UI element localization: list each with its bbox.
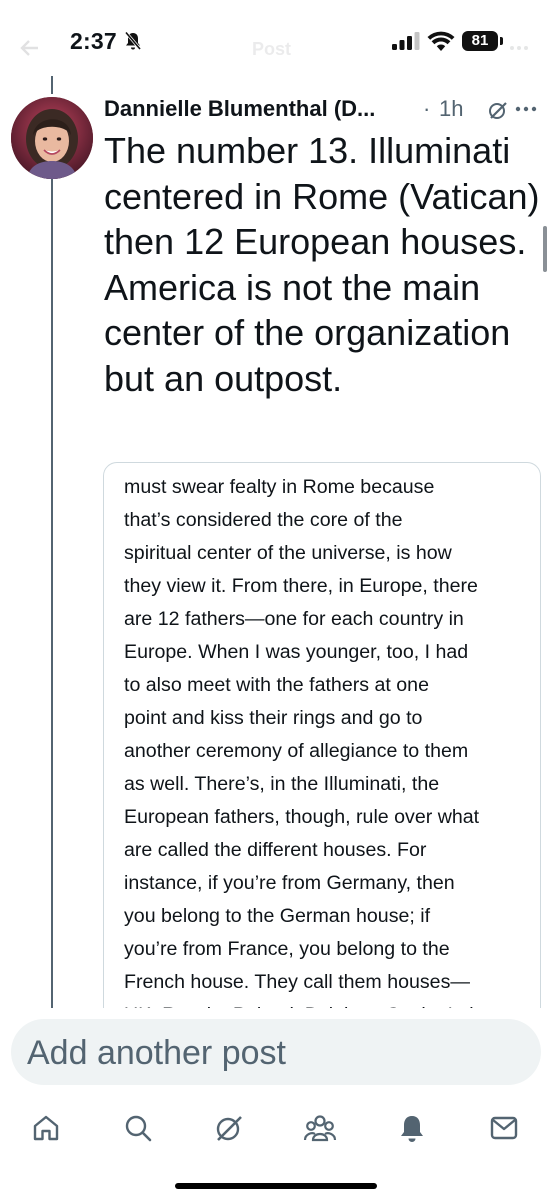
thread-line-top	[51, 76, 53, 94]
quote-line: to also meet with the fathers at one	[124, 674, 429, 696]
header-title: Post	[252, 39, 292, 59]
nav-home[interactable]	[26, 1108, 66, 1148]
quote-line: are called the different houses. For	[124, 839, 427, 861]
grok-icon	[216, 1116, 242, 1141]
notifications-icon	[401, 1116, 423, 1142]
nav-grok[interactable]	[209, 1108, 249, 1148]
post-timestamp[interactable]: 1h	[439, 96, 463, 122]
battery-cap	[500, 37, 503, 45]
quoted-text-card[interactable]: must swear fealty in Rome because that’s…	[103, 462, 541, 1022]
nav-search[interactable]	[118, 1108, 158, 1148]
quote-line: they view it. From there, in Europe, the…	[124, 575, 478, 597]
author-name[interactable]: Dannielle Blumenthal (D...	[104, 96, 375, 122]
add-post-input[interactable]	[27, 1033, 507, 1073]
quote-line: that’s considered the core of the	[124, 509, 403, 531]
quote-line: you belong to the German house; if	[124, 905, 431, 927]
grok-icon[interactable]	[487, 99, 509, 121]
cellular-signal-icon	[392, 32, 420, 50]
quote-line: are 12 fathers—one for each country in	[124, 608, 464, 630]
status-bar: 2:37 Post 81	[0, 0, 553, 84]
back-arrow-icon[interactable]	[20, 38, 40, 58]
quote-line: French house. They call them houses—	[124, 971, 470, 993]
home-icon	[33, 1115, 59, 1141]
quote-line: instance, if you’re from Germany, then	[124, 872, 455, 894]
meta-separator: ·	[423, 96, 431, 121]
quote-line: Europe. When I was younger, too, I had	[124, 641, 469, 663]
quote-line: as well. There’s, in the Illuminati, the	[124, 773, 440, 795]
quote-line: European fathers, though, rule over what	[124, 806, 480, 828]
quote-line: you’re from France, you belong to the	[124, 938, 450, 960]
compose-bar[interactable]	[11, 1019, 541, 1085]
quote-line: another ceremony of allegiance to them	[124, 740, 469, 762]
quote-line: must swear fealty in Rome because	[124, 476, 435, 498]
nav-notifications[interactable]	[392, 1108, 432, 1148]
home-indicator[interactable]	[175, 1183, 377, 1189]
quote-line: point and kiss their rings and go to	[124, 707, 423, 729]
more-options-icon[interactable]	[515, 100, 537, 118]
nav-communities[interactable]	[300, 1108, 340, 1148]
scrollbar[interactable]	[543, 226, 547, 272]
bell-off-icon	[124, 31, 142, 50]
quote-line: spiritual center of the universe, is how	[124, 542, 452, 564]
search-icon	[125, 1115, 152, 1142]
thread-line	[51, 178, 53, 1018]
communities-icon	[303, 1115, 337, 1142]
quoted-text: must swear fealty in Rome because that’s…	[124, 471, 534, 1021]
header-more-icon[interactable]	[509, 38, 529, 58]
battery-indicator: 81	[462, 31, 498, 51]
wifi-icon	[427, 31, 455, 51]
nav-messages[interactable]	[484, 1108, 524, 1148]
messages-icon	[490, 1116, 518, 1140]
avatar[interactable]	[11, 97, 93, 179]
avatar-image	[11, 97, 93, 179]
post-text: The number 13. Illuminati centered in Ro…	[104, 130, 540, 399]
status-time: 2:37	[70, 28, 117, 54]
